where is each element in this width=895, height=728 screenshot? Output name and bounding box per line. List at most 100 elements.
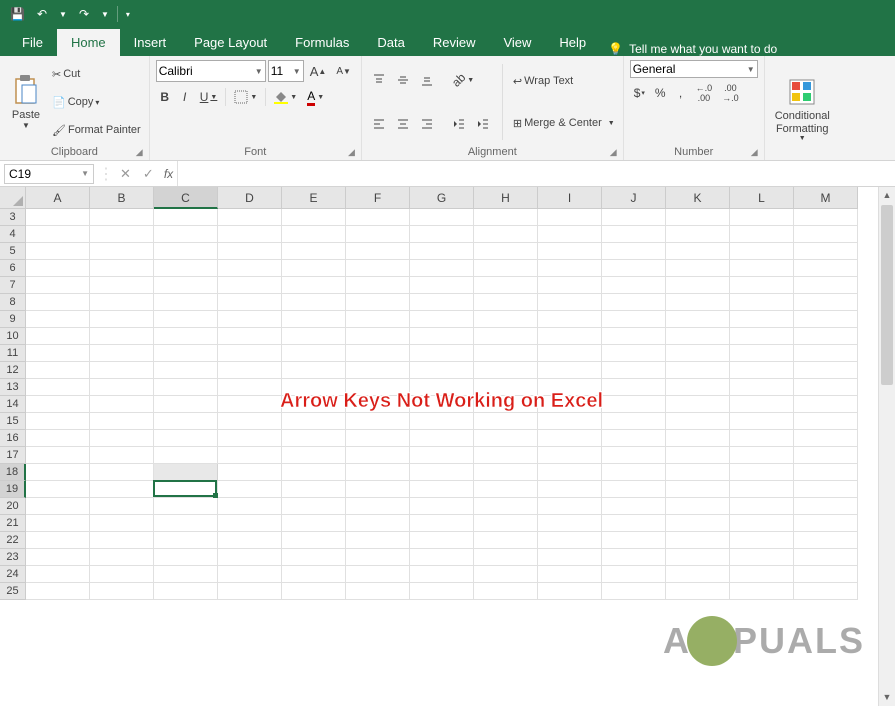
cell-C6[interactable] [154, 260, 218, 277]
cell-F10[interactable] [346, 328, 410, 345]
conditional-formatting-button[interactable]: Conditional Formatting▼ [771, 60, 834, 158]
cell-F24[interactable] [346, 566, 410, 583]
clipboard-launcher[interactable]: ◢ [136, 147, 143, 158]
cell-B10[interactable] [90, 328, 154, 345]
cell-K17[interactable] [666, 447, 730, 464]
column-header-J[interactable]: J [602, 187, 666, 209]
cell-I6[interactable] [538, 260, 602, 277]
cell-M11[interactable] [794, 345, 858, 362]
cell-F16[interactable] [346, 430, 410, 447]
undo-dropdown[interactable]: ▼ [53, 8, 73, 21]
cell-F22[interactable] [346, 532, 410, 549]
cell-D9[interactable] [218, 311, 282, 328]
cell-L15[interactable] [730, 413, 794, 430]
cell-G10[interactable] [410, 328, 474, 345]
cell-C3[interactable] [154, 209, 218, 226]
cell-H18[interactable] [474, 464, 538, 481]
cell-M8[interactable] [794, 294, 858, 311]
cell-J16[interactable] [602, 430, 666, 447]
cell-L18[interactable] [730, 464, 794, 481]
cell-D7[interactable] [218, 277, 282, 294]
increase-indent-button[interactable] [472, 113, 494, 135]
cell-H19[interactable] [474, 481, 538, 498]
cell-K12[interactable] [666, 362, 730, 379]
cell-D22[interactable] [218, 532, 282, 549]
row-header-24[interactable]: 24 [0, 566, 26, 583]
cell-E3[interactable] [282, 209, 346, 226]
cell-L4[interactable] [730, 226, 794, 243]
cell-K21[interactable] [666, 515, 730, 532]
cell-G12[interactable] [410, 362, 474, 379]
tab-formulas[interactable]: Formulas [281, 29, 363, 56]
cell-E4[interactable] [282, 226, 346, 243]
column-header-M[interactable]: M [794, 187, 858, 209]
cell-G22[interactable] [410, 532, 474, 549]
cell-C8[interactable] [154, 294, 218, 311]
font-launcher[interactable]: ◢ [348, 147, 355, 158]
cell-F9[interactable] [346, 311, 410, 328]
fill-color-button[interactable]: ▼ [270, 86, 301, 108]
cell-D8[interactable] [218, 294, 282, 311]
cell-H25[interactable] [474, 583, 538, 600]
row-header-9[interactable]: 9 [0, 311, 26, 328]
column-header-B[interactable]: B [90, 187, 154, 209]
cell-J15[interactable] [602, 413, 666, 430]
cell-A9[interactable] [26, 311, 90, 328]
column-header-D[interactable]: D [218, 187, 282, 209]
row-header-5[interactable]: 5 [0, 243, 26, 260]
row-header-23[interactable]: 23 [0, 549, 26, 566]
enter-formula-button[interactable]: ✓ [137, 166, 160, 182]
cell-K4[interactable] [666, 226, 730, 243]
cell-H22[interactable] [474, 532, 538, 549]
cell-A4[interactable] [26, 226, 90, 243]
cell-E20[interactable] [282, 498, 346, 515]
cell-L8[interactable] [730, 294, 794, 311]
cell-K20[interactable] [666, 498, 730, 515]
tab-home[interactable]: Home [57, 29, 120, 56]
cell-A22[interactable] [26, 532, 90, 549]
cell-J7[interactable] [602, 277, 666, 294]
cell-J13[interactable] [602, 379, 666, 396]
cell-J20[interactable] [602, 498, 666, 515]
cell-G21[interactable] [410, 515, 474, 532]
cell-I8[interactable] [538, 294, 602, 311]
cell-A8[interactable] [26, 294, 90, 311]
cell-D21[interactable] [218, 515, 282, 532]
cell-J8[interactable] [602, 294, 666, 311]
cell-H17[interactable] [474, 447, 538, 464]
cell-B18[interactable] [90, 464, 154, 481]
row-header-10[interactable]: 10 [0, 328, 26, 345]
scroll-down-arrow[interactable]: ▼ [879, 689, 895, 706]
cell-M6[interactable] [794, 260, 858, 277]
cell-B4[interactable] [90, 226, 154, 243]
cell-K9[interactable] [666, 311, 730, 328]
column-header-H[interactable]: H [474, 187, 538, 209]
cell-F17[interactable] [346, 447, 410, 464]
cell-C4[interactable] [154, 226, 218, 243]
cell-E25[interactable] [282, 583, 346, 600]
cell-C15[interactable] [154, 413, 218, 430]
cell-H12[interactable] [474, 362, 538, 379]
cell-L22[interactable] [730, 532, 794, 549]
cell-G9[interactable] [410, 311, 474, 328]
cell-K23[interactable] [666, 549, 730, 566]
cell-M18[interactable] [794, 464, 858, 481]
cell-H6[interactable] [474, 260, 538, 277]
name-box[interactable]: C19 ▼ [4, 164, 94, 184]
cell-A25[interactable] [26, 583, 90, 600]
cell-I19[interactable] [538, 481, 602, 498]
row-header-11[interactable]: 11 [0, 345, 26, 362]
cell-B12[interactable] [90, 362, 154, 379]
cell-A3[interactable] [26, 209, 90, 226]
cell-J25[interactable] [602, 583, 666, 600]
cell-F20[interactable] [346, 498, 410, 515]
cell-L11[interactable] [730, 345, 794, 362]
currency-button[interactable]: $▾ [630, 82, 649, 104]
decrease-decimal-button[interactable]: .00→.0 [718, 82, 743, 104]
cell-E21[interactable] [282, 515, 346, 532]
cell-J3[interactable] [602, 209, 666, 226]
cell-M14[interactable] [794, 396, 858, 413]
cell-G5[interactable] [410, 243, 474, 260]
cell-L16[interactable] [730, 430, 794, 447]
cell-D15[interactable] [218, 413, 282, 430]
